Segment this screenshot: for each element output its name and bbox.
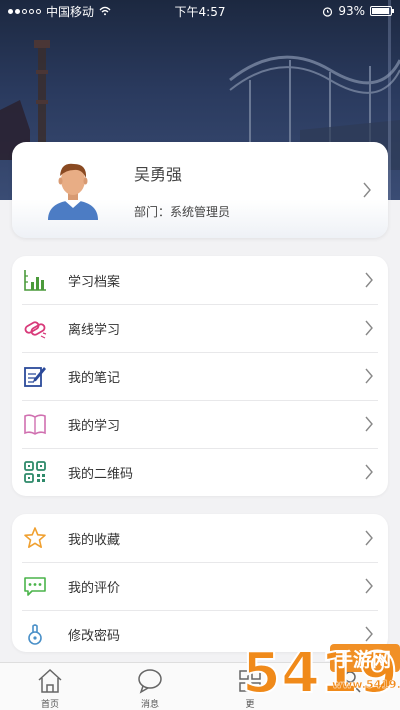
chevron-right-icon	[365, 368, 373, 384]
chevron-right-icon	[365, 464, 373, 480]
menu-item-my-notes[interactable]: 我的笔记	[12, 352, 388, 400]
home-icon	[38, 668, 62, 693]
user-name: 吴勇强	[134, 164, 183, 184]
menu-item-label: 我的笔记	[68, 370, 121, 386]
key-lock-icon	[22, 621, 48, 647]
clock: 下午4:57	[174, 4, 226, 19]
qr-code-icon	[22, 459, 48, 485]
menu-item-label: 我的二维码	[68, 466, 134, 482]
chevron-right-icon	[365, 530, 373, 546]
offline-link-icon	[22, 315, 48, 341]
menu-item-study-archive[interactable]: 学习档案	[12, 256, 388, 304]
menu-item-my-reviews[interactable]: 我的评价	[12, 562, 388, 610]
menu-group-account: 我的收藏 我的评价 修改密码	[12, 514, 388, 652]
signal-strength-icon	[8, 8, 41, 14]
watermark-url: www.5419.cn	[332, 678, 400, 691]
menu-item-label: 学习档案	[68, 274, 121, 290]
star-icon	[22, 525, 48, 551]
status-left: 中国移动	[8, 3, 111, 20]
chevron-right-icon	[365, 272, 373, 288]
alarm-lock-icon	[323, 6, 333, 17]
menu-item-my-study[interactable]: 我的学习	[12, 400, 388, 448]
status-bar: 中国移动 下午4:57 93%	[0, 0, 400, 22]
profile-info: 吴勇强 部门： 系统管理员	[134, 161, 362, 220]
tab-messages[interactable]: 消息	[100, 663, 200, 710]
menu-item-offline-study[interactable]: 离线学习	[12, 304, 388, 352]
tab-home[interactable]: 首页	[0, 663, 100, 710]
carrier-label: 中国移动	[46, 4, 95, 19]
avatar	[48, 163, 98, 220]
menu-group-learning: 学习档案 离线学习 我的笔记 我的学习 我的二维码	[12, 256, 388, 496]
department-value: 系统管理员	[170, 204, 231, 219]
tab-label: 首页	[40, 700, 59, 710]
open-book-icon	[22, 411, 48, 437]
battery-icon	[370, 6, 394, 16]
wifi-icon	[99, 6, 111, 16]
department-label: 部门：	[134, 204, 171, 219]
menu-item-label: 我的评价	[68, 580, 121, 596]
watermark-title: 手游网	[334, 648, 391, 671]
menu-item-label: 我的学习	[68, 418, 121, 434]
tab-label: 消息	[140, 700, 159, 710]
menu-item-label: 离线学习	[68, 322, 121, 338]
site-watermark-logo: 5419 手游网 www.5419.cn	[241, 640, 400, 707]
bar-chart-icon	[22, 267, 48, 293]
status-right: 93%	[322, 4, 394, 18]
menu-item-label: 我的收藏	[68, 532, 121, 548]
chevron-right-icon	[365, 320, 373, 336]
chevron-right-icon	[363, 182, 371, 198]
menu-item-my-qrcode[interactable]: 我的二维码	[12, 448, 388, 496]
chevron-right-icon	[365, 578, 373, 594]
department: 部门： 系统管理员	[134, 203, 362, 220]
chat-bubble-icon	[138, 669, 162, 694]
notebook-pen-icon	[22, 363, 48, 389]
menu-item-my-favorites[interactable]: 我的收藏	[12, 514, 388, 562]
comment-icon	[22, 573, 48, 599]
profile-card[interactable]: 吴勇强 部门： 系统管理员	[12, 142, 388, 238]
chevron-right-icon	[365, 416, 373, 432]
battery-percent: 93%	[338, 4, 365, 18]
